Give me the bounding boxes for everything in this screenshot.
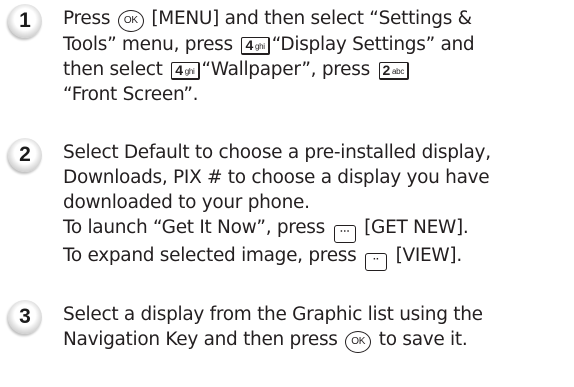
instruction-text: downloaded to your phone.: [63, 192, 310, 213]
key-digit: 4: [245, 37, 253, 53]
instruction-line: Downloads, PIX # to choose a display you…: [63, 165, 573, 190]
softkey-icon: ⋯: [333, 225, 356, 243]
key-letters: ghi: [254, 42, 265, 51]
ok-key-icon: OK: [345, 331, 372, 353]
key-letters: abc: [392, 67, 405, 76]
instruction-text: Select a display from the Graphic list u…: [63, 304, 483, 325]
instruction-text: Downloads, PIX # to choose a display you…: [63, 167, 490, 188]
instruction-text: to save it.: [373, 329, 468, 350]
number-key-4-icon: 4 ghi: [241, 37, 270, 55]
instruction-line: “Front Screen”.: [63, 82, 573, 107]
instruction-text: To expand selected image, press: [63, 245, 363, 266]
step-2-text: Select Default to choose a pre-installed…: [63, 140, 573, 271]
instruction-line: Press OK [MENU] and then select “Setting…: [63, 6, 573, 32]
instruction-text: Tools” menu, press: [63, 34, 239, 55]
instruction-text: “Display Settings” and: [271, 34, 475, 55]
instruction-text: Navigation Key and then press: [63, 329, 344, 350]
instruction-line: then select 4 ghi “Wallpaper”, press 2 abc: [63, 57, 573, 82]
instruction-line: Select a display from the Graphic list u…: [63, 302, 573, 327]
step-1: 1 Press OK [MENU] and then select “Setti…: [8, 4, 568, 112]
instruction-text: Press: [63, 8, 116, 29]
instruction-line: To launch “Get It Now”, press ⋯ [GET NEW…: [63, 215, 573, 243]
instruction-text: “Wallpaper”, press: [201, 59, 376, 80]
instruction-text: “Front Screen”.: [63, 84, 199, 105]
instruction-line: downloaded to your phone.: [63, 190, 573, 215]
ok-key-icon: OK: [117, 10, 144, 32]
step-3-text: Select a display from the Graphic list u…: [63, 302, 573, 353]
instruction-text: [MENU] and then select “Settings &: [145, 8, 472, 29]
instruction-text: then select: [63, 59, 169, 80]
step-number-badge: 2: [8, 138, 42, 172]
number-key-4-icon: 4 ghi: [171, 62, 200, 80]
step-1-text: Press OK [MENU] and then select “Setting…: [63, 6, 573, 107]
step-number-badge: 3: [8, 300, 42, 334]
instruction-text: Select Default to choose a pre-installed…: [63, 142, 491, 163]
key-letters: ghi: [184, 67, 195, 76]
instruction-line: Select Default to choose a pre-installed…: [63, 140, 573, 165]
instruction-text: To launch “Get It Now”, press: [63, 217, 331, 238]
instruction-line: Navigation Key and then press OK to save…: [63, 327, 573, 353]
instruction-text: [GET NEW].: [358, 217, 469, 238]
key-digit: 4: [175, 62, 183, 78]
step-3: 3 Select a display from the Graphic list…: [8, 300, 568, 360]
number-key-2-icon: 2 abc: [378, 62, 410, 80]
key-digit: 2: [382, 62, 391, 78]
step-number-badge: 1: [8, 4, 42, 38]
instruction-text: [VIEW].: [390, 245, 463, 266]
softkey-icon: ··: [365, 253, 388, 271]
instruction-line: Tools” menu, press 4 ghi “Display Settings…: [63, 32, 573, 57]
instruction-line: To expand selected image, press ·· [VIEW…: [63, 243, 573, 271]
step-2: 2 Select Default to choose a pre-install…: [8, 138, 568, 272]
